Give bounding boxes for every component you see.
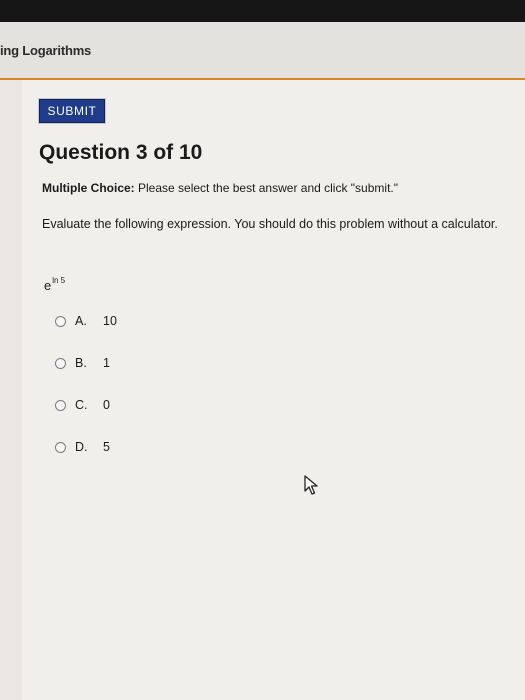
option-d[interactable]: D. 5 (55, 438, 117, 456)
radio-button-icon[interactable] (55, 315, 66, 327)
question-title: Question 3 of 10 (39, 141, 203, 164)
option-letter: D. (75, 440, 88, 454)
option-c[interactable]: C. 0 (55, 396, 117, 414)
option-a[interactable]: A. 10 (55, 312, 117, 330)
instructions-lead: Multiple Choice: (42, 181, 135, 195)
question-prompt: Evaluate the following expression. You s… (42, 217, 498, 231)
instructions-text: Please select the best answer and click … (138, 181, 398, 195)
option-value: 1 (103, 356, 110, 370)
submit-button[interactable]: SUBMIT (39, 99, 105, 123)
course-title: ing Logarithms (0, 43, 92, 58)
option-letter: C. (75, 398, 88, 412)
instructions: Multiple Choice: Please select the best … (42, 181, 398, 195)
expression-exponent: ln 5 (52, 276, 66, 285)
option-b[interactable]: B. 1 (55, 354, 117, 372)
option-value: 0 (103, 398, 110, 412)
option-value: 5 (103, 440, 110, 454)
option-value: 10 (103, 314, 117, 328)
expression-base: e (44, 278, 52, 293)
option-letter: A. (75, 314, 87, 328)
radio-button-icon[interactable] (55, 399, 66, 411)
option-letter: B. (75, 356, 87, 370)
answer-options: A. 10 B. 1 C. 0 D. 5 (55, 312, 117, 480)
header-strip: ing Logarithms (0, 22, 525, 80)
top-bar (0, 0, 525, 22)
radio-button-icon[interactable] (55, 357, 66, 369)
radio-button-icon[interactable] (55, 441, 66, 453)
mouse-pointer-icon (303, 475, 319, 500)
question-panel: SUBMIT Question 3 of 10 Multiple Choice:… (22, 80, 525, 700)
math-expression: eln 5 (44, 276, 65, 293)
